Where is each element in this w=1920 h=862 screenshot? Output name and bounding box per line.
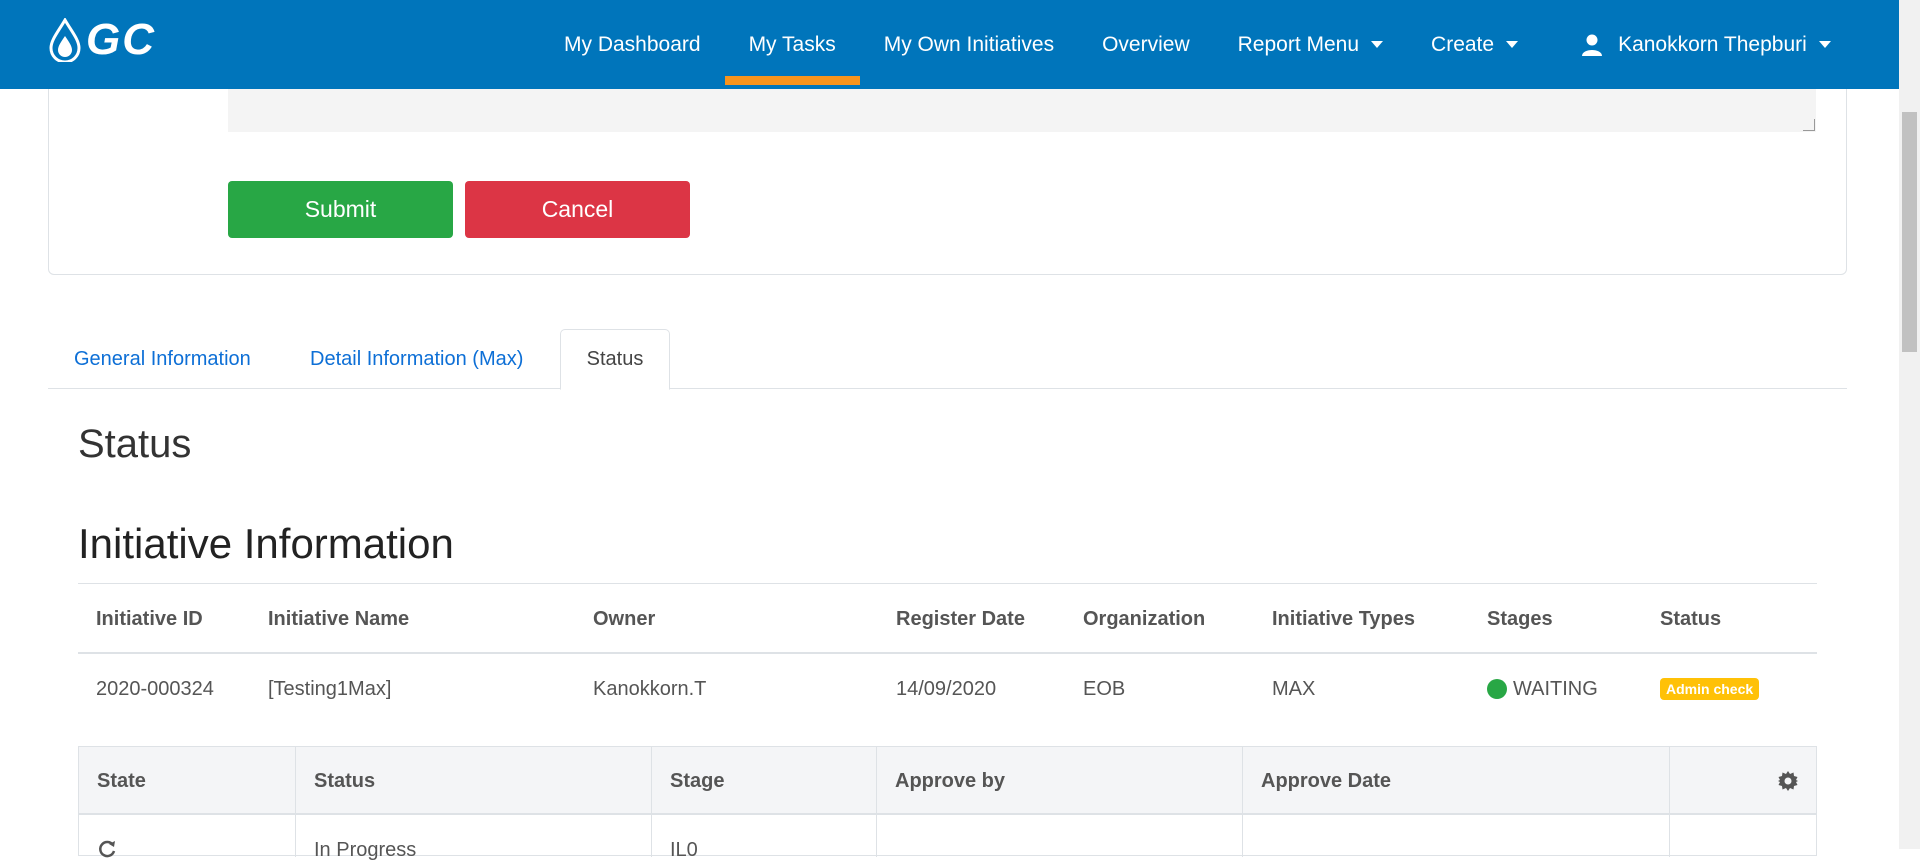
cell-initiative-name: [Testing1Max] xyxy=(268,677,392,700)
caret-down-icon xyxy=(1371,41,1384,48)
submit-button[interactable]: Submit xyxy=(228,181,453,238)
header-state: State xyxy=(97,769,146,792)
table-header-row: Initiative ID Initiative Name Owner Regi… xyxy=(78,584,1817,654)
header-initiative-types: Initiative Types xyxy=(1272,607,1416,630)
initiative-table: Initiative ID Initiative Name Owner Regi… xyxy=(78,583,1817,724)
cancel-button[interactable]: Cancel xyxy=(465,181,690,238)
tab-detail-information[interactable]: Detail Information (Max) xyxy=(310,329,523,389)
state-table: State Status Stage Approve by Approve Da… xyxy=(78,746,1817,861)
gc-logo[interactable]: GC xyxy=(48,15,156,64)
caret-down-icon xyxy=(1818,41,1831,48)
nav-user-menu[interactable]: Kanokkorn Thepburi xyxy=(1558,0,1855,89)
cell-status: Admin check xyxy=(1660,654,1760,724)
nav-my-dashboard[interactable]: My Dashboard xyxy=(540,0,725,89)
cell-stage: WAITING xyxy=(1487,654,1598,724)
tab-bar: General Information Detail Information (… xyxy=(48,329,1847,390)
page-scrollbar[interactable] xyxy=(1899,0,1920,849)
initiative-information-heading: Initiative Information xyxy=(78,520,454,567)
status-heading: Status xyxy=(78,422,192,466)
cell-initiative-id: 2020-000324 xyxy=(96,677,214,700)
nav-my-own-initiatives[interactable]: My Own Initiatives xyxy=(860,0,1078,89)
cell-organization: EOB xyxy=(1083,677,1126,700)
nav-overview[interactable]: Overview xyxy=(1078,0,1214,89)
header-approve-by: Approve by xyxy=(895,769,1006,792)
tab-general-information[interactable]: General Information xyxy=(74,329,251,389)
comment-textarea[interactable] xyxy=(228,89,1816,132)
top-navbar: GC My Dashboard My Tasks My Own Initiati… xyxy=(0,0,1899,89)
cell-owner: Kanokkorn.T xyxy=(593,677,707,700)
main-nav: My Dashboard My Tasks My Own Initiatives… xyxy=(540,0,1855,89)
stage-status-dot-icon xyxy=(1487,679,1507,699)
cell-initiative-type: MAX xyxy=(1272,677,1316,700)
header-state-status: Status xyxy=(314,769,376,792)
nav-my-tasks[interactable]: My Tasks xyxy=(724,0,860,89)
header-initiative-name: Initiative Name xyxy=(268,607,410,630)
header-organization: Organization xyxy=(1083,607,1206,630)
header-stage: Stage xyxy=(670,769,725,792)
header-status: Status xyxy=(1660,607,1722,630)
droplet-logo-icon xyxy=(49,18,81,62)
tab-status[interactable]: Status xyxy=(560,329,670,390)
header-register-date: Register Date xyxy=(896,607,1025,630)
gear-icon[interactable] xyxy=(1778,771,1798,791)
logo-text: GC xyxy=(86,15,156,64)
caret-down-icon xyxy=(1506,41,1519,48)
cell-register-date: 14/09/2020 xyxy=(896,677,997,700)
row-stage: IL0 xyxy=(670,839,698,861)
status-badge: Admin check xyxy=(1660,678,1760,700)
stage-label: WAITING xyxy=(1513,677,1598,700)
refresh-icon xyxy=(99,840,116,858)
nav-create[interactable]: Create xyxy=(1407,0,1542,89)
scrollbar-thumb[interactable] xyxy=(1902,112,1917,352)
nav-report-menu[interactable]: Report Menu xyxy=(1214,0,1407,89)
row-status: In Progress xyxy=(314,839,417,861)
header-approve-date: Approve Date xyxy=(1261,769,1392,792)
header-stages: Stages xyxy=(1487,607,1553,630)
header-owner: Owner xyxy=(593,607,656,630)
user-icon xyxy=(1582,34,1603,56)
user-name: Kanokkorn Thepburi xyxy=(1618,32,1807,56)
table-row: 2020-000324 [Testing1Max] Kanokkorn.T 14… xyxy=(78,654,1817,724)
resize-grip-icon[interactable] xyxy=(1803,119,1815,131)
header-initiative-id: Initiative ID xyxy=(96,607,203,630)
